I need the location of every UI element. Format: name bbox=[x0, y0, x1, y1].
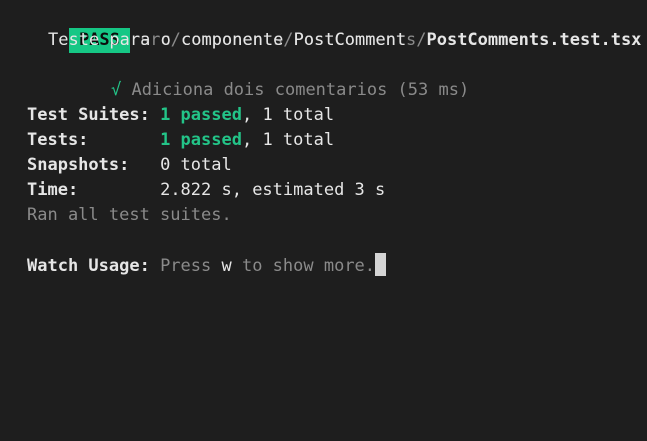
suites-total: , 1 total bbox=[241, 105, 335, 125]
describe-block: Teste para o componente PostComment bbox=[48, 30, 407, 50]
test-case-name: Adiciona dois comentarios (53 ms) bbox=[131, 80, 470, 100]
suites-label: Test Suites: bbox=[27, 105, 150, 125]
test-case: √ Adiciona dois comentarios (53 ms) bbox=[70, 53, 469, 100]
tests-label: Tests: bbox=[27, 130, 89, 150]
time-value: 2.822 s, estimated 3 s bbox=[160, 180, 386, 200]
terminal-cursor[interactable] bbox=[375, 253, 387, 276]
tests-passed: 1 passed bbox=[160, 130, 242, 150]
terminal[interactable]: PASS src/components/PostComments/PostComm… bbox=[0, 0, 647, 441]
test-file-name: PostComments.test.tsx bbox=[426, 30, 642, 50]
watch-rest: to show more. bbox=[231, 256, 376, 276]
summary-time: Time: 2.822 s, estimated 3 s bbox=[27, 178, 385, 203]
snapshots-value: 0 total bbox=[160, 155, 232, 175]
ran-all-message: Ran all test suites. bbox=[27, 205, 232, 225]
summary-snapshots: Snapshots: 0 total bbox=[27, 153, 232, 178]
check-icon: √ bbox=[110, 80, 122, 100]
summary-suites: Test Suites: 1 passed, 1 total bbox=[27, 103, 334, 128]
snapshots-label: Snapshots: bbox=[27, 155, 130, 175]
watch-press: Press bbox=[149, 256, 222, 276]
time-label: Time: bbox=[27, 180, 79, 200]
test-file-header: PASS src/components/PostComments/PostComm… bbox=[28, 3, 641, 53]
suites-passed: 1 passed bbox=[160, 105, 242, 125]
tests-total: , 1 total bbox=[241, 130, 335, 150]
summary-tests: Tests: 1 passed, 1 total bbox=[27, 128, 334, 153]
watch-usage: Watch Usage: Press w to show more. bbox=[27, 253, 387, 278]
watch-label: Watch Usage: bbox=[27, 256, 150, 276]
watch-key: w bbox=[221, 256, 232, 276]
